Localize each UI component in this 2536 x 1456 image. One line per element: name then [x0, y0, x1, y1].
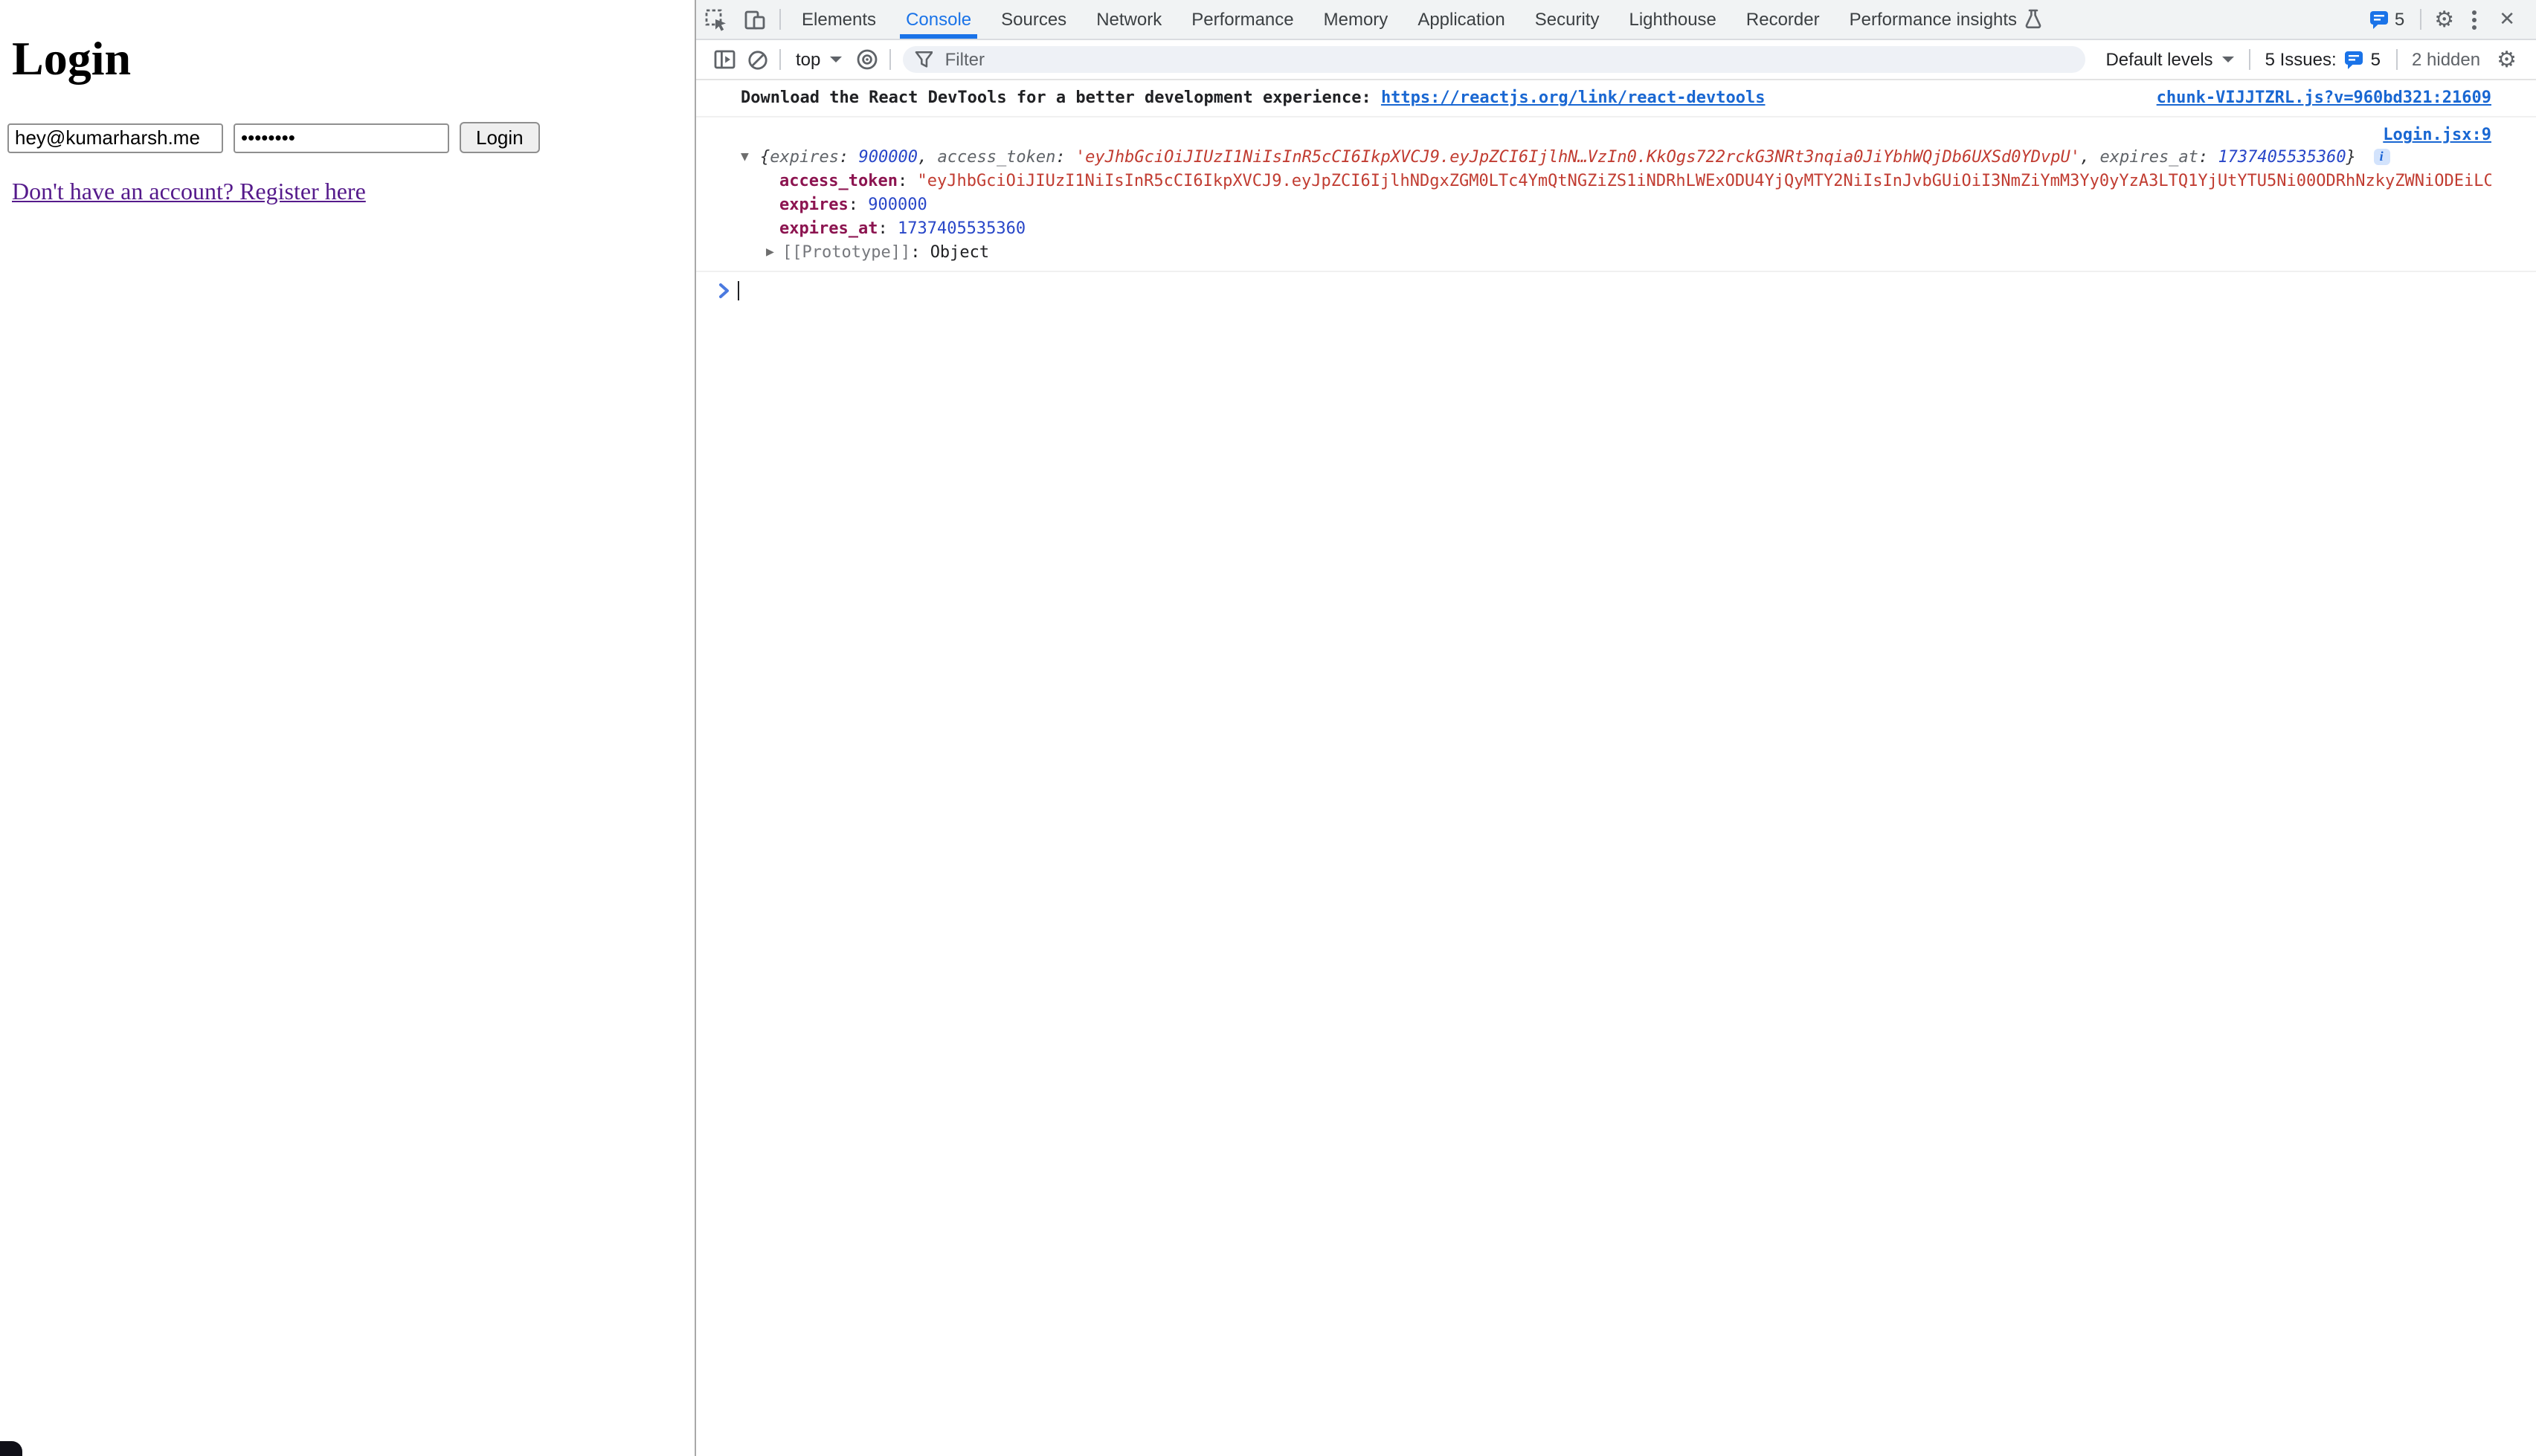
expand-triangle-icon[interactable]: ▶: [766, 241, 774, 265]
badge-count: 5: [2395, 9, 2404, 30]
device-toolbar-icon[interactable]: [735, 0, 773, 39]
filter-input[interactable]: [942, 48, 2073, 71]
close-devtools-icon[interactable]: ✕: [2487, 7, 2527, 31]
tab-performance[interactable]: Performance: [1177, 0, 1308, 39]
object-property-row: expires: 900000: [741, 193, 2491, 217]
console-settings-gear-icon[interactable]: ⚙: [2489, 48, 2524, 71]
inspect-element-icon[interactable]: [696, 0, 735, 39]
tab-sources[interactable]: Sources: [986, 0, 1081, 39]
log-levels-selector[interactable]: Default levels: [2096, 49, 2242, 70]
object-preview-line: ▼ {expires: 900000, access_token: 'eyJhb…: [741, 146, 2491, 170]
settings-gear-icon[interactable]: ⚙: [2427, 8, 2462, 30]
console-toolbar: top Default levels: [696, 40, 2536, 80]
console-message-react-devtools: Download the React DevTools for a better…: [696, 80, 2536, 117]
issues-counter[interactable]: 5 Issues: 5: [2256, 49, 2389, 70]
tabbar-right-cluster: 5 ⚙ ✕: [2360, 0, 2536, 39]
console-sidebar-icon[interactable]: [708, 43, 741, 76]
divider: [779, 49, 781, 70]
live-expression-eye-icon[interactable]: [850, 43, 883, 76]
tab-elements[interactable]: Elements: [787, 0, 891, 39]
devtools-floating-badge[interactable]: [0, 1441, 22, 1456]
context-selector[interactable]: top: [787, 49, 850, 70]
devtools-panel: Elements Console Sources Network Perform…: [695, 0, 2536, 1456]
divider: [2395, 49, 2397, 70]
divider: [2249, 49, 2250, 70]
register-link[interactable]: Don't have an account? Register here: [12, 180, 366, 205]
collapse-triangle-icon[interactable]: ▼: [741, 146, 749, 170]
tab-lighthouse[interactable]: Lighthouse: [1614, 0, 1731, 39]
devtools-tabbar: Elements Console Sources Network Perform…: [696, 0, 2536, 40]
divider: [779, 9, 781, 30]
issues-count: 5: [2371, 49, 2381, 70]
register-row: Don't have an account? Register here: [12, 180, 683, 207]
email-field[interactable]: [7, 123, 223, 152]
tab-security[interactable]: Security: [1520, 0, 1615, 39]
divider: [2419, 9, 2421, 30]
info-icon[interactable]: i: [2373, 149, 2389, 165]
message-text: Download the React DevTools for a better…: [741, 88, 1381, 107]
text-cursor: [738, 281, 739, 300]
message-bubble-icon: [2369, 10, 2389, 29]
prototype-row: ▶ [[Prototype]]: Object: [741, 241, 2491, 265]
prompt-chevron-icon: [718, 283, 730, 299]
chevron-down-icon: [829, 57, 841, 62]
console-prompt[interactable]: [696, 272, 2536, 306]
chevron-down-icon: [2222, 57, 2234, 62]
clear-console-icon[interactable]: [741, 43, 773, 76]
password-field[interactable]: [234, 123, 449, 152]
object-property-row: expires_at: 1737405535360: [741, 217, 2491, 241]
divider: [889, 49, 890, 70]
tab-recorder[interactable]: Recorder: [1731, 0, 1835, 39]
tab-memory[interactable]: Memory: [1309, 0, 1403, 39]
object-preview-parts: {expires: 900000, access_token: 'eyJhbGc…: [760, 147, 2356, 167]
source-link[interactable]: Login.jsx:9: [2383, 125, 2491, 144]
page-title: Login: [12, 31, 683, 86]
filter-funnel-icon: [914, 51, 933, 68]
login-button[interactable]: Login: [460, 122, 540, 153]
filter-box: [902, 46, 2085, 73]
console-errors-badge[interactable]: 5: [2360, 9, 2413, 30]
console-message-object-log: Login.jsx:9 ▼ {expires: 900000, access_t…: [696, 117, 2536, 272]
login-page: Login Login Don't have an account? Regis…: [0, 0, 695, 1456]
tab-application[interactable]: Application: [1403, 0, 1519, 39]
object-property-row: access_token: "eyJhbGciOiJIUzI1NiIsInR5c…: [741, 170, 2491, 193]
login-form: Login: [7, 122, 683, 153]
react-devtools-link[interactable]: https://reactjs.org/link/react-devtools: [1381, 88, 1766, 107]
console-messages: Download the React DevTools for a better…: [696, 80, 2536, 306]
tab-console[interactable]: Console: [891, 0, 986, 39]
source-link[interactable]: chunk-VIJJTZRL.js?v=960bd321:21609: [2157, 86, 2491, 110]
tab-network[interactable]: Network: [1081, 0, 1177, 39]
issues-bubble-icon: [2344, 50, 2363, 69]
flask-icon: [2024, 9, 2042, 30]
hidden-messages-label[interactable]: 2 hidden: [2403, 49, 2489, 70]
tab-performance-insights[interactable]: Performance insights: [1835, 0, 2057, 39]
more-options-icon[interactable]: [2462, 10, 2487, 29]
screen: Login Login Don't have an account? Regis…: [0, 0, 2536, 1456]
